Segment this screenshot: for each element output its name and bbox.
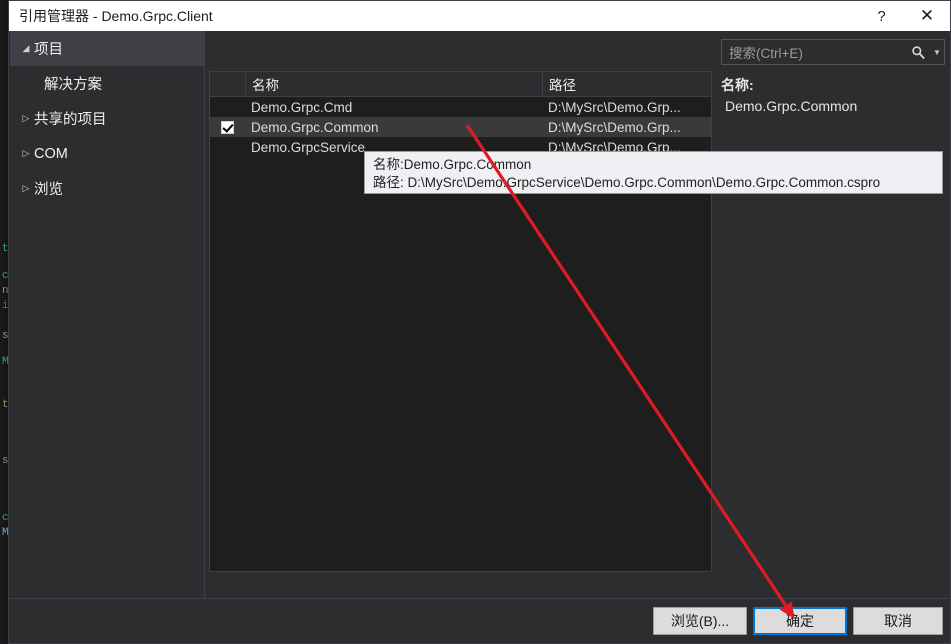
window-title: 引用管理器 - Demo.Grpc.Client [19, 8, 213, 24]
row-path: D:\MySrc\Demo.Grp... [548, 99, 681, 115]
tooltip-line-path: 路径: D:\MySrc\Demo.GrpcService\Demo.Grpc.… [373, 175, 881, 190]
search-placeholder: 搜索(Ctrl+E) [729, 46, 803, 61]
table-row[interactable]: Demo.Grpc.Cmd D:\MySrc\Demo.Grp... [210, 97, 711, 117]
expander-collapse-icon[interactable]: ◢ [18, 43, 34, 54]
row-path: D:\MySrc\Demo.Grp... [548, 119, 681, 135]
column-header-name[interactable]: 名称 [246, 72, 543, 96]
search-icon[interactable] [906, 45, 930, 60]
chevron-down-icon[interactable]: ▼ [930, 48, 944, 57]
ok-button[interactable]: 确定 [753, 607, 847, 635]
sidebar-item-label: 共享的项目 [34, 112, 107, 128]
sidebar-item-browse[interactable]: ▷ 浏览 [10, 171, 204, 206]
expander-expand-icon[interactable]: ▷ [18, 113, 34, 124]
sidebar-item-label: COM [34, 145, 68, 162]
row-name: Demo.Grpc.Common [251, 119, 379, 135]
browse-button[interactable]: 浏览(B)... [653, 607, 747, 635]
list-header-row: 名称 路径 [210, 72, 711, 97]
search-input[interactable]: 搜索(Ctrl+E) ▼ [721, 39, 945, 65]
sidebar-item-solution[interactable]: 解决方案 [10, 66, 204, 101]
detail-name-label: 名称: [721, 77, 754, 93]
sidebar-item-label: 浏览 [34, 182, 63, 198]
sidebar-item-label: 解决方案 [44, 77, 102, 93]
tooltip-line-name: 名称:Demo.Grpc.Common [373, 157, 532, 172]
reference-manager-dialog: 引用管理器 - Demo.Grpc.Client ? ✕ ◢ 项目 解决方案 ▷… [8, 0, 951, 644]
expander-expand-icon[interactable]: ▷ [18, 183, 34, 194]
detail-pane: 名称: Demo.Grpc.Common [721, 75, 944, 572]
dialog-footer: 浏览(B)... 确定 取消 [9, 598, 950, 643]
cancel-button[interactable]: 取消 [853, 607, 943, 635]
row-checkbox-cell[interactable] [210, 120, 245, 134]
checkbox-checked-icon[interactable] [221, 120, 234, 134]
expander-expand-icon[interactable]: ▷ [18, 148, 34, 159]
column-header-path[interactable]: 路径 [543, 72, 711, 96]
dialog-body: ◢ 项目 解决方案 ▷ 共享的项目 ▷ COM ▷ 浏览 名称 路径 Demo.… [9, 31, 950, 598]
row-checkbox-cell[interactable] [210, 101, 245, 114]
sidebar-item-label: 项目 [34, 42, 63, 58]
hover-tooltip: 名称:Demo.Grpc.Common 路径: D:\MySrc\Demo.Gr… [364, 151, 943, 194]
table-row[interactable]: Demo.Grpc.Common D:\MySrc\Demo.Grp... [210, 117, 711, 137]
column-header-checkbox [210, 72, 246, 96]
sidebar-item-com[interactable]: ▷ COM [10, 136, 204, 171]
close-button[interactable]: ✕ [904, 1, 950, 31]
row-checkbox-cell[interactable] [210, 141, 245, 154]
category-tree: ◢ 项目 解决方案 ▷ 共享的项目 ▷ COM ▷ 浏览 [10, 31, 205, 598]
row-name: Demo.Grpc.Cmd [251, 99, 353, 115]
sidebar-item-shared-projects[interactable]: ▷ 共享的项目 [10, 101, 204, 136]
help-button[interactable]: ? [859, 1, 904, 31]
sidebar-item-projects[interactable]: ◢ 项目 [10, 31, 204, 66]
reference-list[interactable]: 名称 路径 Demo.Grpc.Cmd D:\MySrc\Demo.Grp...… [209, 71, 712, 572]
detail-name-value: Demo.Grpc.Common [725, 98, 858, 114]
title-bar: 引用管理器 - Demo.Grpc.Client ? ✕ [9, 1, 950, 31]
